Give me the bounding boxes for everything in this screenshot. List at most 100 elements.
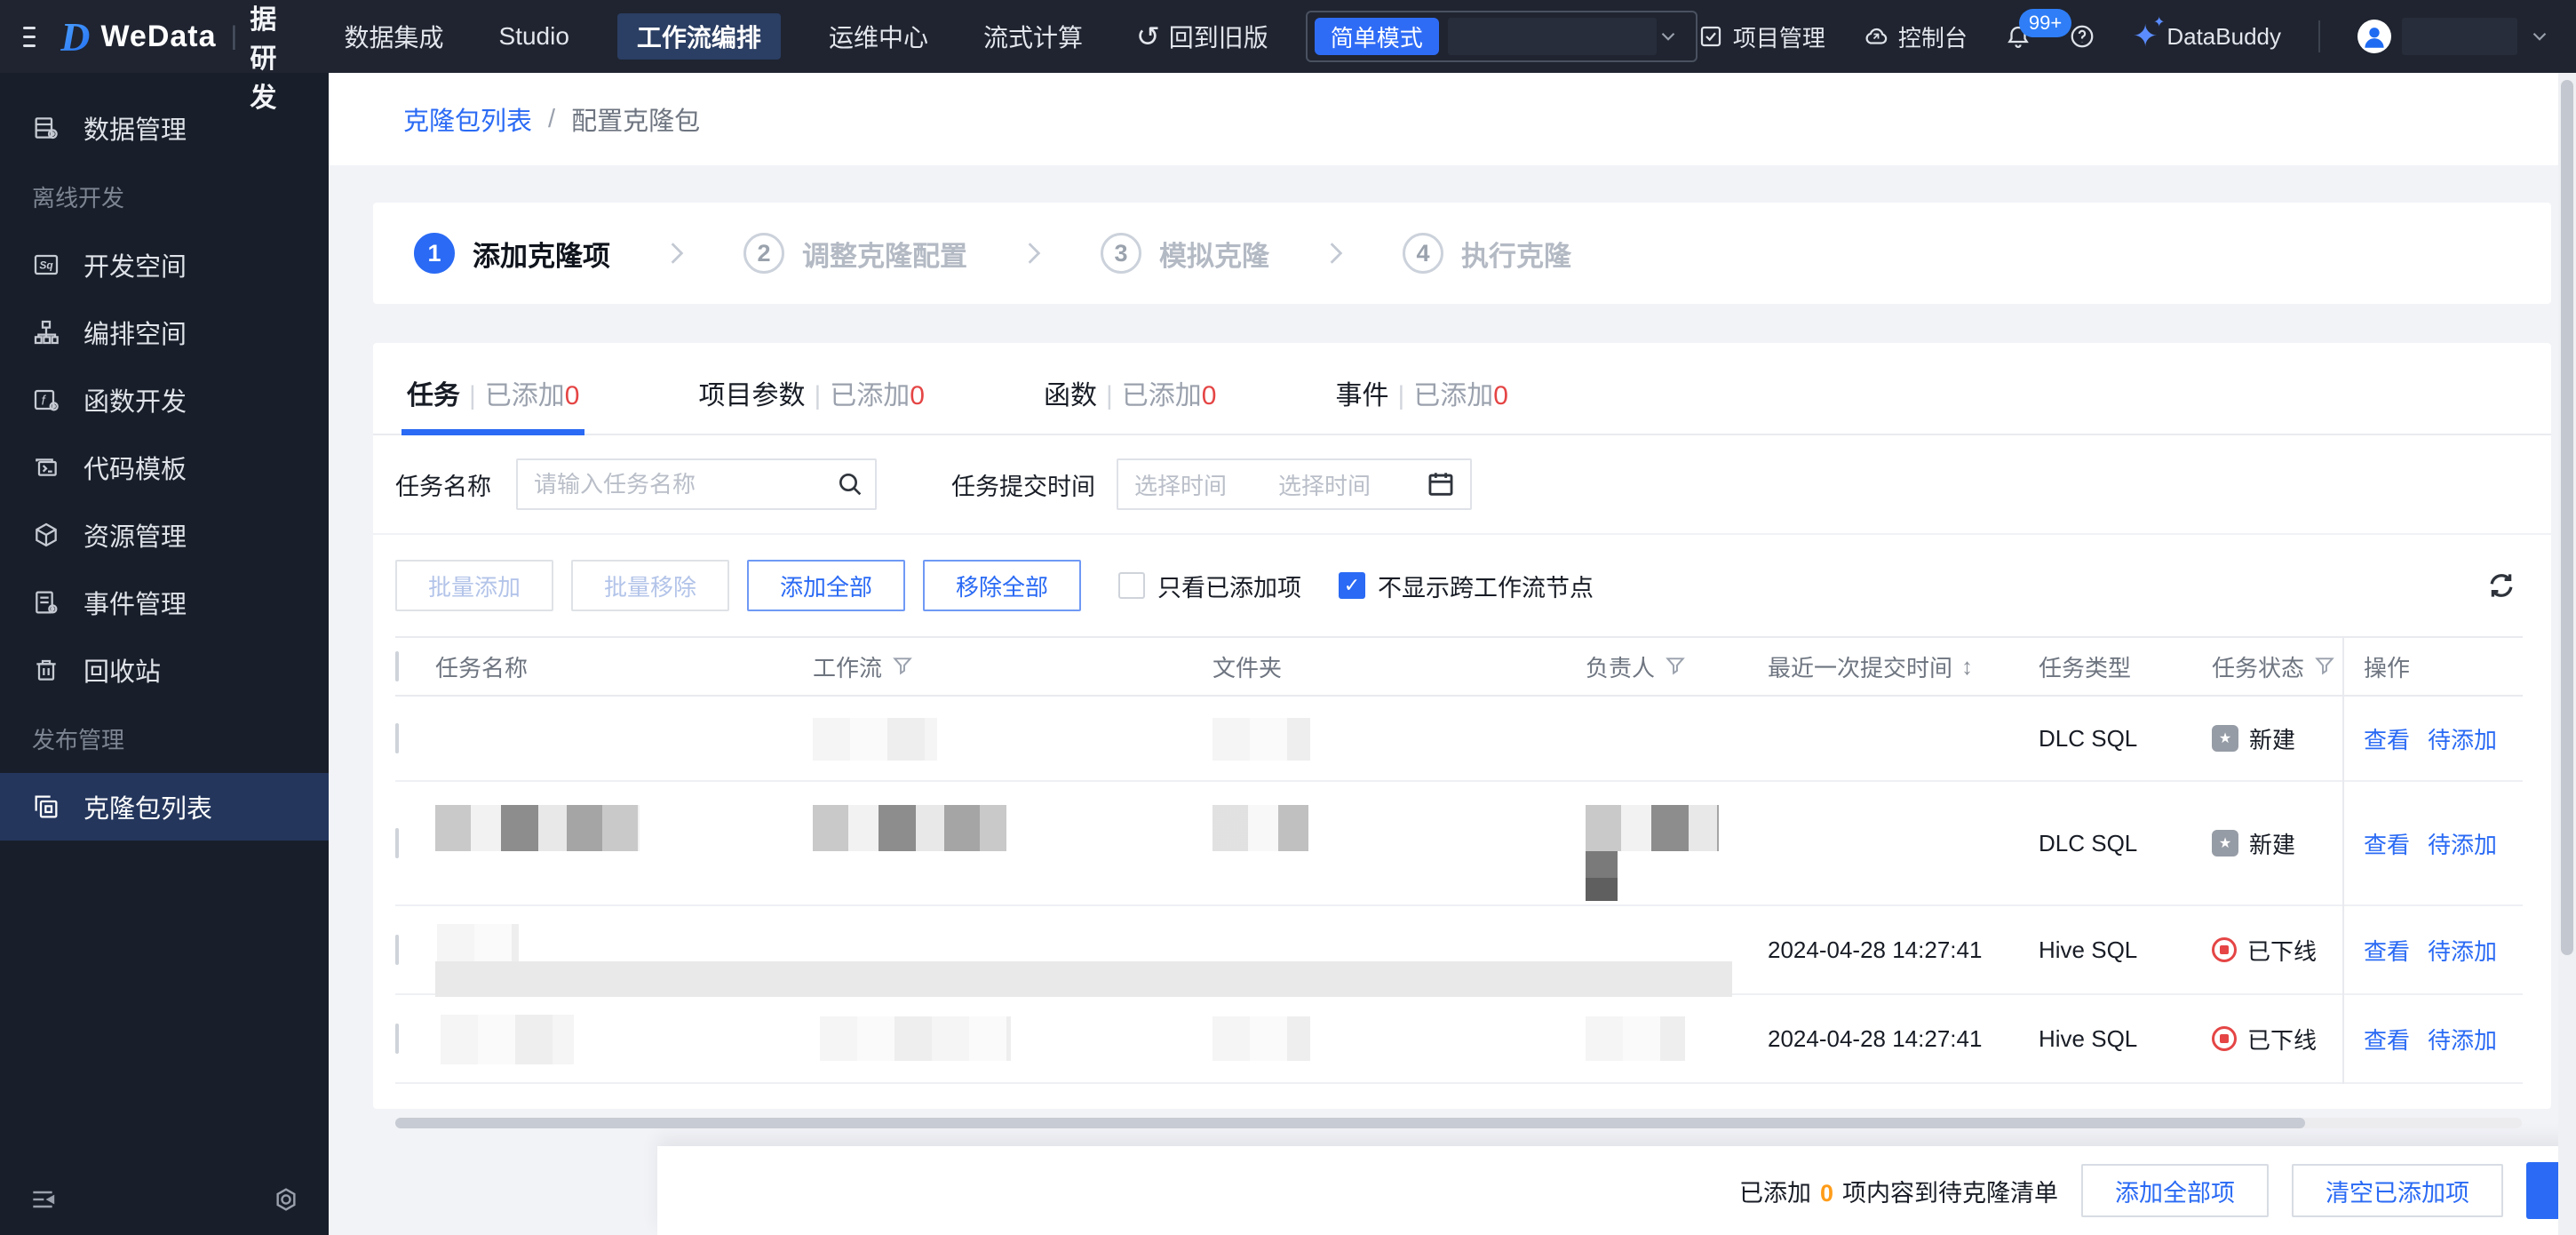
time-end-placeholder: 选择时间 <box>1278 472 1371 499</box>
submit-time-text: 2024-04-28 14:27:41 <box>1768 1024 1983 1052</box>
sidebar-item-resource-manage[interactable]: 资源管理 <box>0 501 329 569</box>
search-icon[interactable] <box>836 470 864 498</box>
cell-owner <box>1586 994 1768 1083</box>
sidebar-item-clone-list[interactable]: 克隆包列表 <box>0 773 329 841</box>
select-all-checkbox[interactable] <box>395 650 399 681</box>
view-link[interactable]: 查看 <box>2364 727 2410 753</box>
to-add-link[interactable]: 待添加 <box>2428 938 2497 965</box>
row-checkbox[interactable] <box>395 1023 399 1054</box>
step-number: 1 <box>414 233 455 274</box>
remove-all-button[interactable]: 移除全部 <box>923 560 1081 611</box>
project-mode-select[interactable]: 简单模式 <box>1305 11 1697 62</box>
only-added-checkbox-group[interactable]: 只看已添加项 <box>1118 569 1301 603</box>
cell-folder <box>1212 994 1586 1083</box>
view-link[interactable]: 查看 <box>2364 938 2410 965</box>
notifications-button[interactable]: 99+ <box>2005 9 2072 50</box>
batch-add-button[interactable]: 批量添加 <box>395 560 553 611</box>
tab-project-params[interactable]: 项目参数 | 已添加0 <box>698 373 924 434</box>
only-added-checkbox[interactable] <box>1118 572 1145 599</box>
tab-tasks[interactable]: 任务 | 已添加0 <box>401 373 585 435</box>
submit-time-range-picker[interactable]: 选择时间 选择时间 <box>1117 458 1472 510</box>
sidebar-item-dev-space[interactable]: Sq 开发空间 <box>0 231 329 299</box>
status-text: 已下线 <box>2247 937 2318 965</box>
sidebar-section-offline: 离线开发 <box>32 184 125 211</box>
sidebar-section-release: 发布管理 <box>32 726 125 753</box>
collapse-sidebar-icon[interactable] <box>28 1185 57 1214</box>
redacted-text <box>1212 718 1310 761</box>
table-row: 2024-04-28 14:27:41 Hive SQL 已下线 查看 待添加 <box>395 994 2523 1083</box>
svg-text:Sq: Sq <box>39 259 53 272</box>
footer-action-bar: 已添加0项内容到待克隆清单 添加全部项 清空已添加项 下一步：调整克隆配置 <box>657 1146 2576 1235</box>
batch-remove-button[interactable]: 批量移除 <box>571 560 729 611</box>
cell-task-status: 已下线 <box>2212 905 2343 994</box>
sidebar-item-function-dev[interactable]: f 函数开发 <box>0 366 329 434</box>
brand-divider: | <box>230 21 238 51</box>
project-manage-button[interactable]: 项目管理 <box>1697 20 1825 53</box>
added-suffix: 项内容到待克隆清单 <box>1841 1179 2058 1207</box>
to-add-link[interactable]: 待添加 <box>2428 832 2497 858</box>
cell-task-name <box>435 994 813 1083</box>
to-add-link[interactable]: 待添加 <box>2428 727 2497 753</box>
nav-studio[interactable]: Studio <box>492 13 576 60</box>
menu-icon[interactable] <box>23 26 36 47</box>
hide-cross-node-checkbox-group[interactable]: ✓ 不显示跨工作流节点 <box>1339 569 1594 603</box>
table-row: DLC SQL ★ 新建 查看 待添加 <box>395 781 2523 905</box>
chevron-right-icon <box>1028 243 1041 264</box>
user-menu[interactable] <box>2357 18 2551 55</box>
step-execute-clone: 4 执行克隆 <box>1403 233 1571 274</box>
status-offline-icon <box>2212 1026 2237 1051</box>
databuddy-button[interactable]: ✦ ✦ DataBuddy <box>2133 16 2281 52</box>
vertical-scrollbar-thumb[interactable] <box>2561 80 2573 955</box>
filter-funnel-icon[interactable] <box>2313 655 2336 678</box>
breadcrumb-separator: / <box>548 104 556 133</box>
brand-suffix: 数据研发 <box>250 5 277 113</box>
view-link[interactable]: 查看 <box>2364 1027 2410 1054</box>
settings-gear-icon[interactable] <box>272 1185 300 1214</box>
breadcrumb-current: 配置克隆包 <box>571 108 701 136</box>
filter-funnel-icon[interactable] <box>1664 655 1687 678</box>
tab-divider: | <box>1397 381 1405 410</box>
main-area: 克隆包列表 / 配置克隆包 1 添加克隆项 2 调整克隆配置 3 模拟克隆 4 <box>329 73 2576 1235</box>
add-all-items-button[interactable]: 添加全部项 <box>2080 1164 2269 1217</box>
sidebar-item-event-manage[interactable]: 事件管理 <box>0 569 329 636</box>
filter-funnel-icon[interactable] <box>891 655 914 678</box>
col-task-name: 任务名称 <box>435 654 529 681</box>
step-label: 执行克隆 <box>1461 240 1571 272</box>
tab-functions[interactable]: 函数 | 已添加0 <box>1044 373 1216 434</box>
console-button[interactable]: 控制台 <box>1863 20 1968 53</box>
nav-stream-compute[interactable]: 流式计算 <box>976 13 1090 60</box>
row-checkbox[interactable] <box>395 934 399 965</box>
chevron-right-icon <box>671 243 684 264</box>
task-name-input[interactable] <box>516 458 877 510</box>
sidebar-item-orchestrate-space[interactable]: 编排空间 <box>0 299 329 366</box>
add-all-button[interactable]: 添加全部 <box>747 560 905 611</box>
back-to-old-link[interactable]: ↺ 回到旧版 <box>1136 19 1268 54</box>
nav-workflow-orchestration[interactable]: 工作流编排 <box>616 13 781 60</box>
nav-data-integration[interactable]: 数据集成 <box>338 13 451 60</box>
view-link[interactable]: 查看 <box>2364 832 2410 858</box>
sidebar-item-code-template[interactable]: 代码模板 <box>0 434 329 501</box>
row-checkbox[interactable] <box>395 827 399 858</box>
step-number: 3 <box>1101 233 1141 274</box>
to-add-link[interactable]: 待添加 <box>2428 1027 2497 1054</box>
clear-added-button[interactable]: 清空已添加项 <box>2291 1164 2503 1217</box>
sidebar-item-recycle-bin[interactable]: 回收站 <box>0 636 329 704</box>
sort-icon[interactable]: ↕ <box>1961 653 1973 681</box>
row-checkbox[interactable] <box>395 722 399 753</box>
resource-manage-icon <box>36 522 57 547</box>
nav-ops-center[interactable]: 运维中心 <box>822 13 935 60</box>
dev-space-icon: Sq <box>34 254 59 275</box>
clone-list-icon <box>35 795 58 818</box>
help-icon[interactable] <box>2069 23 2095 50</box>
tab-added-count: 0 <box>1493 381 1508 410</box>
horizontal-scrollbar-thumb[interactable] <box>395 1118 2305 1128</box>
horizontal-scrollbar[interactable] <box>395 1118 2522 1128</box>
cell-owner <box>1586 781 1768 905</box>
step-simulate-clone: 3 模拟克隆 <box>1101 233 1269 274</box>
vertical-scrollbar[interactable] <box>2558 73 2576 1235</box>
hide-cross-node-checkbox[interactable]: ✓ <box>1339 572 1365 599</box>
topbar-right: 项目管理 控制台 99+ ✦ ✦ DataBuddy <box>1697 9 2551 55</box>
tab-events[interactable]: 事件 | 已添加0 <box>1335 373 1507 434</box>
breadcrumb-parent-link[interactable]: 克隆包列表 <box>403 100 532 138</box>
refresh-icon[interactable] <box>2485 570 2517 602</box>
